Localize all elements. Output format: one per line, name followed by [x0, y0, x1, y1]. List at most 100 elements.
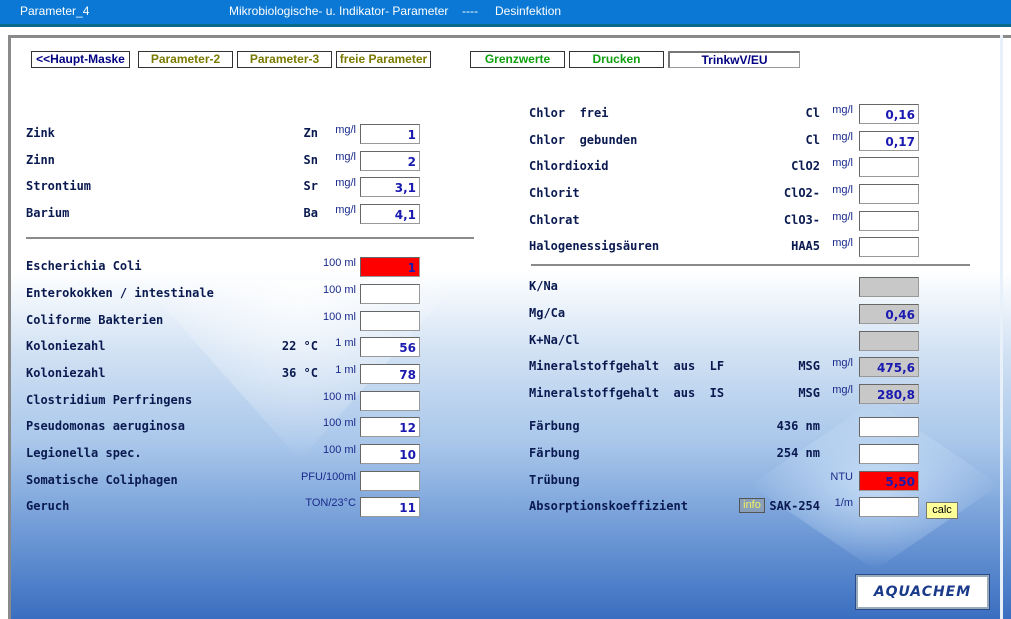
- row-unit: 1/m: [834, 497, 853, 509]
- haupt-maske-button[interactable]: <<Haupt-Maske: [31, 51, 130, 68]
- row-unit: mg/l: [832, 237, 853, 249]
- value-field[interactable]: 280,8: [859, 384, 919, 404]
- row-symbol: Cl: [805, 133, 820, 147]
- value-field[interactable]: [859, 331, 919, 351]
- row-unit: mg/l: [832, 131, 853, 143]
- value-field[interactable]: 475,6: [859, 357, 919, 377]
- row-label: Chlordioxid: [529, 159, 609, 173]
- row-symbol: 36 °C: [281, 366, 318, 380]
- row-unit: mg/l: [335, 151, 356, 163]
- value-field[interactable]: [360, 391, 420, 411]
- value-field[interactable]: [360, 311, 420, 331]
- trinkwv-eu-button[interactable]: TrinkwV/EU: [668, 51, 800, 68]
- row-unit: TON/23°C: [305, 497, 356, 509]
- panel-edge: [1000, 35, 1003, 619]
- value-field[interactable]: 0,46: [859, 304, 919, 324]
- row-unit: mg/l: [335, 177, 356, 189]
- row-label: Halogenessigsäuren: [529, 239, 660, 253]
- value-field[interactable]: [859, 157, 919, 177]
- row-unit: mg/l: [832, 184, 853, 196]
- value-field[interactable]: 78: [360, 364, 420, 384]
- form-subtitle: Mikrobiologische- u. Indikator- Paramete…: [229, 4, 449, 18]
- value-field[interactable]: 12: [360, 417, 420, 437]
- value-field[interactable]: [859, 417, 919, 437]
- row-symbol: Sr: [303, 179, 318, 193]
- row-unit: mg/l: [832, 157, 853, 169]
- freie-parameter-button[interactable]: freie Parameter: [336, 51, 431, 68]
- row-symbol: Ba: [303, 206, 318, 220]
- row-label: Chlorit: [529, 186, 580, 200]
- value-field[interactable]: [859, 444, 919, 464]
- value-field[interactable]: [360, 471, 420, 491]
- row-unit: 1 ml: [335, 364, 356, 376]
- row-label: Absorptionskoeffizient: [529, 499, 688, 513]
- value-field[interactable]: 5,50: [859, 471, 919, 491]
- row-label: Pseudomonas aeruginosa: [26, 419, 185, 433]
- value-field[interactable]: 2: [360, 151, 420, 171]
- row-label: Koloniezahl: [26, 366, 106, 380]
- form-title: Parameter_4: [20, 4, 90, 18]
- row-unit: mg/l: [335, 124, 356, 136]
- row-unit: NTU: [830, 471, 853, 483]
- value-field[interactable]: [859, 184, 919, 204]
- value-field[interactable]: 11: [360, 497, 420, 517]
- row-label: Chlor gebunden: [529, 133, 638, 147]
- row-unit: 100 ml: [322, 444, 356, 456]
- title-separator: ----: [462, 4, 478, 18]
- row-symbol: SAK-254: [769, 499, 820, 513]
- value-field[interactable]: 0,17: [859, 131, 919, 151]
- parameter-3-button[interactable]: Parameter-3: [237, 51, 332, 68]
- row-symbol: HAA5: [791, 239, 820, 253]
- divider-left: [26, 237, 474, 239]
- calc-button[interactable]: calc: [926, 502, 958, 519]
- row-unit: mg/l: [832, 357, 853, 369]
- value-field[interactable]: [859, 497, 919, 517]
- value-field[interactable]: 3,1: [360, 177, 420, 197]
- row-label: Strontium: [26, 179, 92, 193]
- drucken-button[interactable]: Drucken: [569, 51, 664, 68]
- value-field[interactable]: [360, 284, 420, 304]
- row-label: Geruch: [26, 499, 70, 513]
- row-unit: 100 ml: [322, 257, 356, 269]
- section-title: Desinfektion: [495, 4, 562, 18]
- row-label: Escherichia Coli: [26, 259, 142, 273]
- row-label: Mineralstoffgehalt aus LF: [529, 359, 725, 373]
- value-field[interactable]: 4,1: [360, 204, 420, 224]
- row-symbol: 254 nm: [776, 446, 820, 460]
- row-label: Zinn: [26, 153, 55, 167]
- row-symbol: ClO2-: [783, 186, 820, 200]
- row-symbol: ClO2: [791, 159, 820, 173]
- row-symbol: ClO3-: [783, 213, 820, 227]
- row-label: Legionella spec.: [26, 446, 142, 460]
- row-label: Zink: [26, 126, 55, 140]
- title-divider: [0, 24, 1011, 27]
- row-label: Färbung: [529, 446, 580, 460]
- row-label: Trübung: [529, 473, 580, 487]
- value-field[interactable]: [859, 237, 919, 257]
- row-unit: 100 ml: [322, 391, 356, 403]
- row-label: Enterokokken / intestinale: [26, 286, 214, 300]
- value-field[interactable]: 1: [360, 257, 420, 277]
- parameter-2-button[interactable]: Parameter-2: [138, 51, 233, 68]
- row-label: Chlorat: [529, 213, 580, 227]
- value-field[interactable]: [859, 211, 919, 231]
- info-button[interactable]: info: [739, 498, 765, 513]
- row-unit: 100 ml: [322, 311, 356, 323]
- row-unit: mg/l: [832, 104, 853, 116]
- value-field[interactable]: 56: [360, 337, 420, 357]
- row-unit: 100 ml: [322, 417, 356, 429]
- grenzwerte-button[interactable]: Grenzwerte: [470, 51, 565, 68]
- row-unit: mg/l: [832, 211, 853, 223]
- row-label: Färbung: [529, 419, 580, 433]
- value-field[interactable]: [859, 277, 919, 297]
- row-label: Chlor frei: [529, 106, 609, 120]
- row-label: Coliforme Bakterien: [26, 313, 164, 327]
- value-field[interactable]: 1: [360, 124, 420, 144]
- row-label: Barium: [26, 206, 70, 220]
- value-field[interactable]: 0,16: [859, 104, 919, 124]
- row-label: K/Na: [529, 279, 558, 293]
- row-label: Mg/Ca: [529, 306, 566, 320]
- title-bar: Parameter_4 Mikrobiologische- u. Indikat…: [0, 0, 1011, 24]
- value-field[interactable]: 10: [360, 444, 420, 464]
- aquachem-logo: AQUACHEM: [856, 575, 989, 609]
